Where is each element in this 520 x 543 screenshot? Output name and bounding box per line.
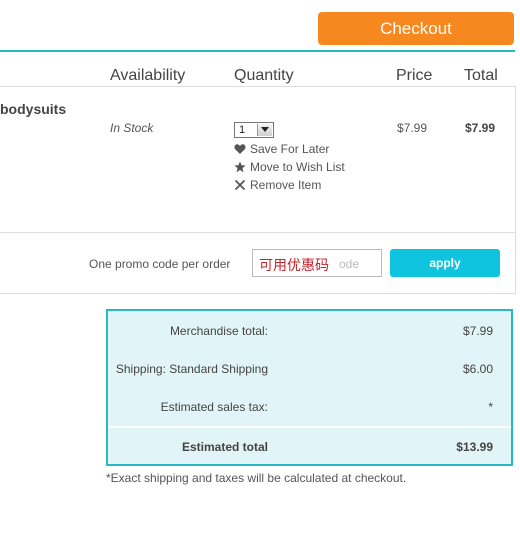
quantity-value: 1 (239, 124, 246, 136)
promo-label: One promo code per order (89, 257, 231, 271)
shipping-label: Shipping: Standard Shipping (115, 362, 268, 376)
checkout-button[interactable]: Checkout (318, 12, 514, 45)
sales-tax-label: Estimated sales tax: (160, 400, 268, 414)
remove-item-label: Remove Item (250, 178, 322, 192)
remove-item-link[interactable]: Remove Item (234, 178, 321, 192)
header-divider (0, 50, 515, 52)
product-name[interactable]: bodysuits (0, 101, 66, 117)
close-icon (234, 179, 246, 191)
column-header-availability: Availability (110, 67, 186, 84)
bottom-divider (0, 293, 515, 294)
estimated-total-label: Estimated total (181, 440, 268, 454)
save-for-later-label: Save For Later (250, 142, 330, 156)
shipping-value: $6.00 (462, 362, 493, 376)
summary-divider (108, 426, 511, 428)
merchandise-total-label: Merchandise total: (169, 324, 268, 338)
stock-status: In Stock (110, 121, 154, 135)
star-icon (234, 161, 246, 173)
chevron-down-icon[interactable] (257, 124, 272, 136)
promo-overlay-text: 可用优惠码 (259, 257, 329, 273)
sales-tax-value: * (488, 400, 493, 414)
column-header-quantity: Quantity (234, 67, 294, 84)
row-divider (0, 86, 515, 87)
heart-icon (234, 143, 246, 155)
item-total: $7.99 (465, 121, 496, 135)
move-to-wish-list-label: Move to Wish List (250, 160, 345, 174)
promo-code-input[interactable]: ode 可用优惠码 (252, 249, 382, 277)
promo-placeholder: ode (338, 257, 359, 271)
quantity-select[interactable]: 1 (234, 122, 274, 138)
move-to-wish-list-link[interactable]: Move to Wish List (234, 160, 345, 174)
column-header-total: Total (464, 67, 498, 84)
promo-divider (0, 232, 515, 233)
column-header-price: Price (396, 67, 433, 84)
item-price: $7.99 (397, 121, 428, 135)
estimated-total-value: $13.99 (456, 440, 493, 454)
shipping-note: *Exact shipping and taxes will be calcul… (106, 471, 407, 485)
merchandise-total-value: $7.99 (462, 324, 493, 338)
save-for-later-link[interactable]: Save For Later (234, 142, 329, 156)
apply-button[interactable]: apply (390, 249, 500, 277)
